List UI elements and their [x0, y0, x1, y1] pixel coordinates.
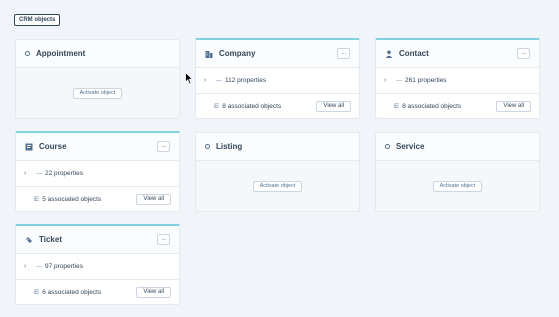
card-body: Activate object: [196, 161, 359, 211]
view-all-button[interactable]: View all: [316, 100, 351, 112]
properties-icon: —: [216, 77, 222, 84]
course-card: Course ··· › — 22 properties ⋿ 5 associa…: [15, 131, 180, 212]
card-header: Contact ···: [376, 40, 539, 68]
card-title: Ticket: [39, 235, 62, 244]
building-icon: [205, 50, 213, 58]
status-dot-icon: [385, 144, 390, 149]
activate-object-button[interactable]: Activate object: [252, 180, 303, 192]
properties-count: 261 properties: [405, 77, 447, 84]
more-options-button[interactable]: ···: [157, 141, 170, 152]
card-header: Appointment: [16, 40, 179, 68]
properties-row[interactable]: › — 112 properties: [196, 68, 359, 93]
chevron-right-icon[interactable]: ›: [24, 263, 34, 270]
properties-row[interactable]: › — 97 properties: [16, 254, 179, 279]
associations-row: ⋿ 6 associated objects View all: [16, 279, 179, 304]
more-options-button[interactable]: ···: [517, 48, 530, 59]
card-title: Course: [39, 142, 67, 151]
card-header: Ticket ···: [16, 226, 179, 254]
associations-icon: ⋿: [394, 103, 400, 110]
person-icon: [385, 50, 393, 58]
associated-objects-count: 6 associated objects: [42, 288, 102, 296]
card-title: Appointment: [36, 49, 86, 58]
properties-count: 97 properties: [45, 263, 83, 270]
card-header: Course ···: [16, 133, 179, 161]
associations-icon: ⋿: [214, 103, 220, 110]
mouse-cursor-icon: [185, 72, 194, 85]
chevron-right-icon[interactable]: ›: [384, 77, 394, 84]
company-card: Company ··· › — 112 properties ⋿ 8 assoc…: [195, 38, 360, 119]
properties-icon: —: [36, 263, 42, 270]
card-header: Listing: [196, 133, 359, 161]
card-title: Listing: [216, 142, 243, 151]
properties-row[interactable]: › — 22 properties: [16, 161, 179, 186]
activate-object-button[interactable]: Activate object: [432, 180, 483, 192]
card-title: Service: [396, 142, 425, 151]
ticket-icon: [25, 236, 33, 244]
card-title: Company: [219, 49, 256, 58]
more-options-button[interactable]: ···: [157, 234, 170, 245]
view-all-button[interactable]: View all: [136, 286, 171, 298]
properties-count: 112 properties: [225, 77, 267, 84]
chevron-right-icon[interactable]: ›: [24, 170, 34, 177]
associations-row: ⋿ 8 associated objects View all: [376, 93, 539, 118]
card-body: Activate object: [376, 161, 539, 211]
associations-row: ⋿ 8 associated objects View all: [196, 93, 359, 118]
properties-icon: —: [396, 77, 402, 84]
appointment-card: Appointment Activate object: [15, 39, 180, 119]
card-header: Service: [376, 133, 539, 161]
book-icon: [25, 143, 33, 151]
associations-icon: ⋿: [34, 196, 40, 203]
more-options-button[interactable]: ···: [337, 48, 350, 59]
associations-icon: ⋿: [34, 289, 40, 296]
properties-row[interactable]: › — 261 properties: [376, 68, 539, 93]
contact-card: Contact ··· › — 261 properties ⋿ 8 assoc…: [375, 38, 540, 119]
activate-object-button[interactable]: Activate object: [72, 87, 123, 99]
status-dot-icon: [205, 144, 210, 149]
associations-row: ⋿ 5 associated objects View all: [16, 186, 179, 211]
card-header: Company ···: [196, 40, 359, 68]
crm-objects-tag: CRM objects: [14, 14, 61, 26]
view-all-button[interactable]: View all: [496, 100, 531, 112]
properties-icon: —: [36, 170, 42, 177]
properties-count: 22 properties: [45, 170, 83, 177]
status-dot-icon: [25, 51, 30, 56]
ticket-card: Ticket ··· › — 97 properties ⋿ 6 associa…: [15, 224, 180, 305]
view-all-button[interactable]: View all: [136, 193, 171, 205]
associated-objects-count: 5 associated objects: [42, 195, 102, 203]
listing-card: Listing Activate object: [195, 132, 360, 212]
card-body: Activate object: [16, 68, 179, 118]
associated-objects-count: 8 associated objects: [402, 102, 462, 110]
associated-objects-count: 8 associated objects: [222, 102, 282, 110]
card-title: Contact: [399, 49, 429, 58]
service-card: Service Activate object: [375, 132, 540, 212]
chevron-right-icon[interactable]: ›: [204, 77, 214, 84]
